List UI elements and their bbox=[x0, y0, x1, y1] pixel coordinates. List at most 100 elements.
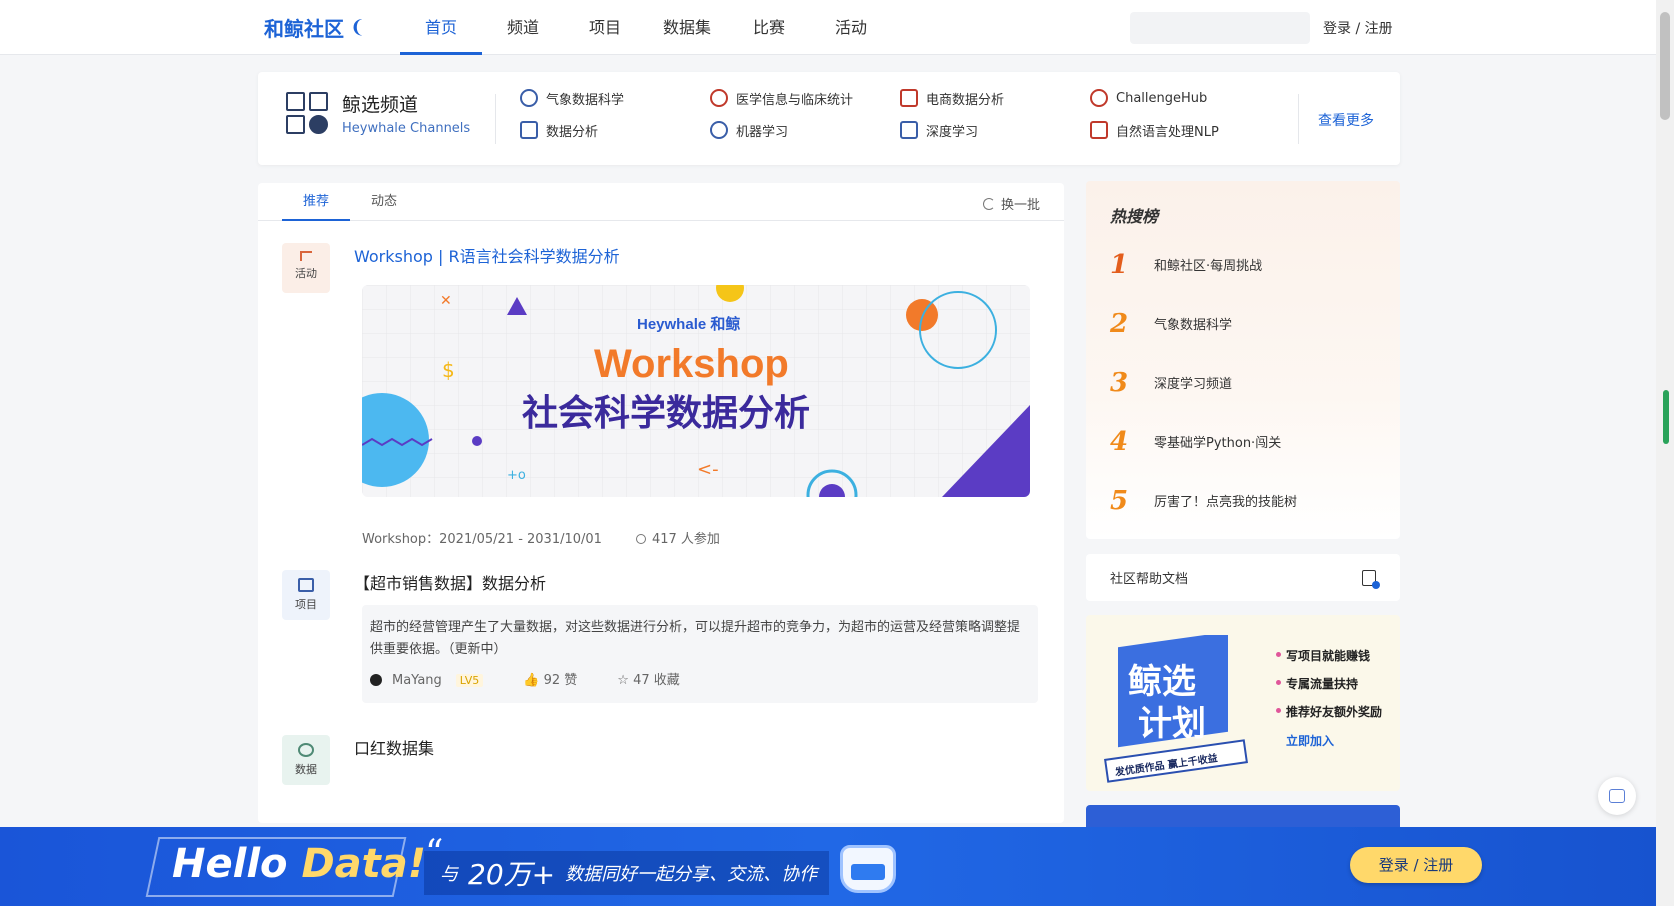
keyboard-icon bbox=[1090, 121, 1108, 139]
feed-tabs: 推荐 动态 换一批 bbox=[258, 183, 1064, 221]
promo-banner[interactable]: 鲸选 计划 发优质作品 赢上千收益 写项目就能赚钱 专属流量扶持 推荐好友额外奖… bbox=[1086, 615, 1400, 791]
logo-text: 和鲸社区 bbox=[264, 17, 344, 41]
svg-text:计划: 计划 bbox=[1138, 704, 1206, 744]
refresh-button[interactable]: 换一批 bbox=[982, 194, 1040, 213]
hot-item[interactable]: 1 和鲸社区·每周挑战 bbox=[1110, 235, 1376, 294]
search-box[interactable] bbox=[1130, 12, 1320, 44]
database-icon bbox=[298, 743, 314, 757]
hot-item[interactable]: 3 深度学习频道 bbox=[1110, 353, 1376, 412]
help-docs-link[interactable]: 社区帮助文档 bbox=[1086, 554, 1400, 601]
divider bbox=[495, 94, 496, 144]
post-title[interactable]: 口红数据集 bbox=[354, 735, 434, 759]
hot-title: 热搜榜 bbox=[1110, 207, 1159, 226]
event-dates: Workshop：2021/05/21 - 2031/10/01 bbox=[362, 532, 602, 547]
divider bbox=[1298, 94, 1299, 144]
whale-logo-icon: ❨ bbox=[350, 17, 366, 38]
nav-competitions[interactable]: 比赛 bbox=[728, 0, 810, 55]
globe-icon bbox=[520, 89, 538, 107]
post-excerpt[interactable]: 超市的经营管理产生了大量数据，对这些数据进行分析，可以提升超市的竞争力，为超市的… bbox=[362, 605, 1038, 703]
hot-item[interactable]: 5 厉害了！点亮我的技能树 bbox=[1110, 471, 1376, 530]
channel-nlp[interactable]: 自然语言处理NLP bbox=[1090, 120, 1280, 140]
nav-projects[interactable]: 项目 bbox=[564, 0, 646, 55]
post-title[interactable]: Workshop | R语言社会科学数据分析 bbox=[354, 243, 620, 267]
site-logo[interactable]: 和鲸社区 ❨ bbox=[264, 13, 365, 42]
tab-recommended[interactable]: 推荐 bbox=[282, 183, 350, 221]
flag-icon bbox=[300, 251, 312, 261]
nav-events[interactable]: 活动 bbox=[810, 0, 892, 55]
feed-panel: 推荐 动态 换一批 活动 Workshop | R语言社会科学数据分析 Heyw… bbox=[258, 183, 1064, 823]
workshop-banner[interactable]: Heywhale 和鲸 Workshop 社会科学数据分析 $ ✕ +o <- bbox=[362, 285, 1030, 497]
svg-text:<-: <- bbox=[697, 459, 719, 480]
scrollbar-thumb[interactable] bbox=[1660, 12, 1670, 120]
feedback-button[interactable] bbox=[1598, 777, 1636, 815]
channel-list: 气象数据科学 医学信息与临床统计 电商数据分析 ChallengeHub 数据分… bbox=[520, 88, 1280, 140]
whale-mascot-icon bbox=[840, 845, 896, 893]
hello-data-text: Hello Data! bbox=[172, 841, 426, 887]
avatar bbox=[370, 674, 382, 686]
chart-line-icon bbox=[520, 121, 538, 139]
channels-subtitle: Heywhale Channels bbox=[342, 121, 471, 136]
feed-post-dataset: 数据 口红数据集 bbox=[282, 735, 1042, 805]
channel-ecommerce[interactable]: 电商数据分析 bbox=[900, 88, 1090, 108]
author[interactable]: MaYang LV5 bbox=[370, 670, 484, 692]
refresh-icon bbox=[982, 197, 995, 210]
hot-item[interactable]: 2 气象数据科学 bbox=[1110, 294, 1376, 353]
post-title[interactable]: 【超市销售数据】数据分析 bbox=[354, 570, 546, 594]
post-type-badge: 活动 bbox=[282, 243, 330, 293]
hot-search-panel: 热搜榜 1 和鲸社区·每周挑战 2 气象数据科学 3 深度学习频道 4 零基础学Pyth… bbox=[1086, 181, 1400, 539]
side-handle[interactable] bbox=[1663, 390, 1669, 444]
promo-join-link[interactable]: 立即加入 bbox=[1286, 732, 1334, 749]
level-badge: LV5 bbox=[455, 674, 484, 687]
channel-data-analysis[interactable]: 数据分析 bbox=[520, 120, 710, 140]
search-input[interactable] bbox=[1144, 20, 1320, 36]
tab-activity[interactable]: 动态 bbox=[350, 183, 418, 220]
favorite-button[interactable]: ☆ 47 收藏 bbox=[617, 670, 679, 692]
bottom-login-button[interactable]: 登录 / 注册 bbox=[1350, 847, 1482, 883]
channels-title: 鲸选频道 bbox=[342, 94, 419, 116]
shield-icon bbox=[1090, 89, 1108, 107]
main-nav: 首页 频道 项目 数据集 比赛 活动 bbox=[400, 0, 892, 55]
channel-weather[interactable]: 气象数据科学 bbox=[520, 88, 710, 108]
svg-text:✕: ✕ bbox=[440, 293, 452, 309]
banner-brand: Heywhale 和鲸 bbox=[637, 315, 740, 333]
banner-title: Workshop bbox=[594, 342, 789, 386]
nav-home[interactable]: 首页 bbox=[400, 0, 482, 55]
post-meta: Workshop：2021/05/21 - 2031/10/01 417 人参加 bbox=[362, 528, 720, 547]
nav-channels[interactable]: 频道 bbox=[482, 0, 564, 55]
participants-count: 417 人参加 bbox=[635, 528, 720, 547]
bottom-signup-bar: Hello Data! “ 与 20万+ 数据同好一起分享、交流、协作 登录 /… bbox=[0, 827, 1656, 906]
network-icon bbox=[900, 121, 918, 139]
user-icon bbox=[635, 534, 646, 544]
medical-cross-icon bbox=[710, 89, 728, 107]
document-icon bbox=[1362, 569, 1380, 589]
page-scrollbar[interactable] bbox=[1656, 0, 1674, 906]
feed-post-event: 活动 Workshop | R语言社会科学数据分析 Heywhale 和鲸 Wo… bbox=[282, 243, 1042, 547]
promo-points: 写项目就能赚钱 专属流量扶持 推荐好友额外奖励 bbox=[1276, 647, 1382, 731]
svg-text:鲸选: 鲸选 bbox=[1128, 662, 1196, 702]
top-header: 和鲸社区 ❨ 首页 频道 项目 数据集 比赛 活动 登录 / 注册 bbox=[0, 0, 1656, 55]
svg-text:$: $ bbox=[442, 358, 455, 382]
like-button[interactable]: 👍 92 赞 bbox=[523, 670, 577, 692]
tagline: 与 20万+ 数据同好一起分享、交流、协作 bbox=[424, 851, 829, 895]
nav-datasets[interactable]: 数据集 bbox=[646, 0, 728, 55]
channels-brand: 鲸选频道 Heywhale Channels bbox=[286, 90, 470, 136]
project-icon bbox=[298, 578, 314, 592]
promo-art: 鲸选 计划 发优质作品 赢上千收益 bbox=[1104, 635, 1248, 783]
channels-grid-icon bbox=[286, 92, 328, 134]
post-type-badge: 数据 bbox=[282, 735, 330, 785]
chat-icon bbox=[1609, 789, 1625, 803]
channel-deep-learning[interactable]: 深度学习 bbox=[900, 120, 1090, 140]
channel-machine-learning[interactable]: 机器学习 bbox=[710, 120, 900, 140]
banner-art: Heywhale 和鲸 Workshop 社会科学数据分析 $ ✕ +o <- bbox=[362, 285, 1030, 497]
svg-text:+o: +o bbox=[507, 468, 526, 483]
hot-item[interactable]: 4 零基础学Python·闯关 bbox=[1110, 412, 1376, 471]
post-type-badge: 项目 bbox=[282, 570, 330, 620]
channels-strip: 鲸选频道 Heywhale Channels 气象数据科学 医学信息与临床统计 … bbox=[258, 72, 1400, 165]
tag-icon bbox=[900, 89, 918, 107]
login-register-link[interactable]: 登录 / 注册 bbox=[1323, 18, 1393, 38]
channel-challengehub[interactable]: ChallengeHub bbox=[1090, 88, 1280, 108]
channel-medical[interactable]: 医学信息与临床统计 bbox=[710, 88, 900, 108]
feed-post-project: 项目 【超市销售数据】数据分析 超市的经营管理产生了大量数据，对这些数据进行分析… bbox=[282, 570, 1042, 710]
banner-subtitle: 社会科学数据分析 bbox=[522, 392, 810, 434]
channels-more-link[interactable]: 查看更多 bbox=[1318, 110, 1374, 130]
